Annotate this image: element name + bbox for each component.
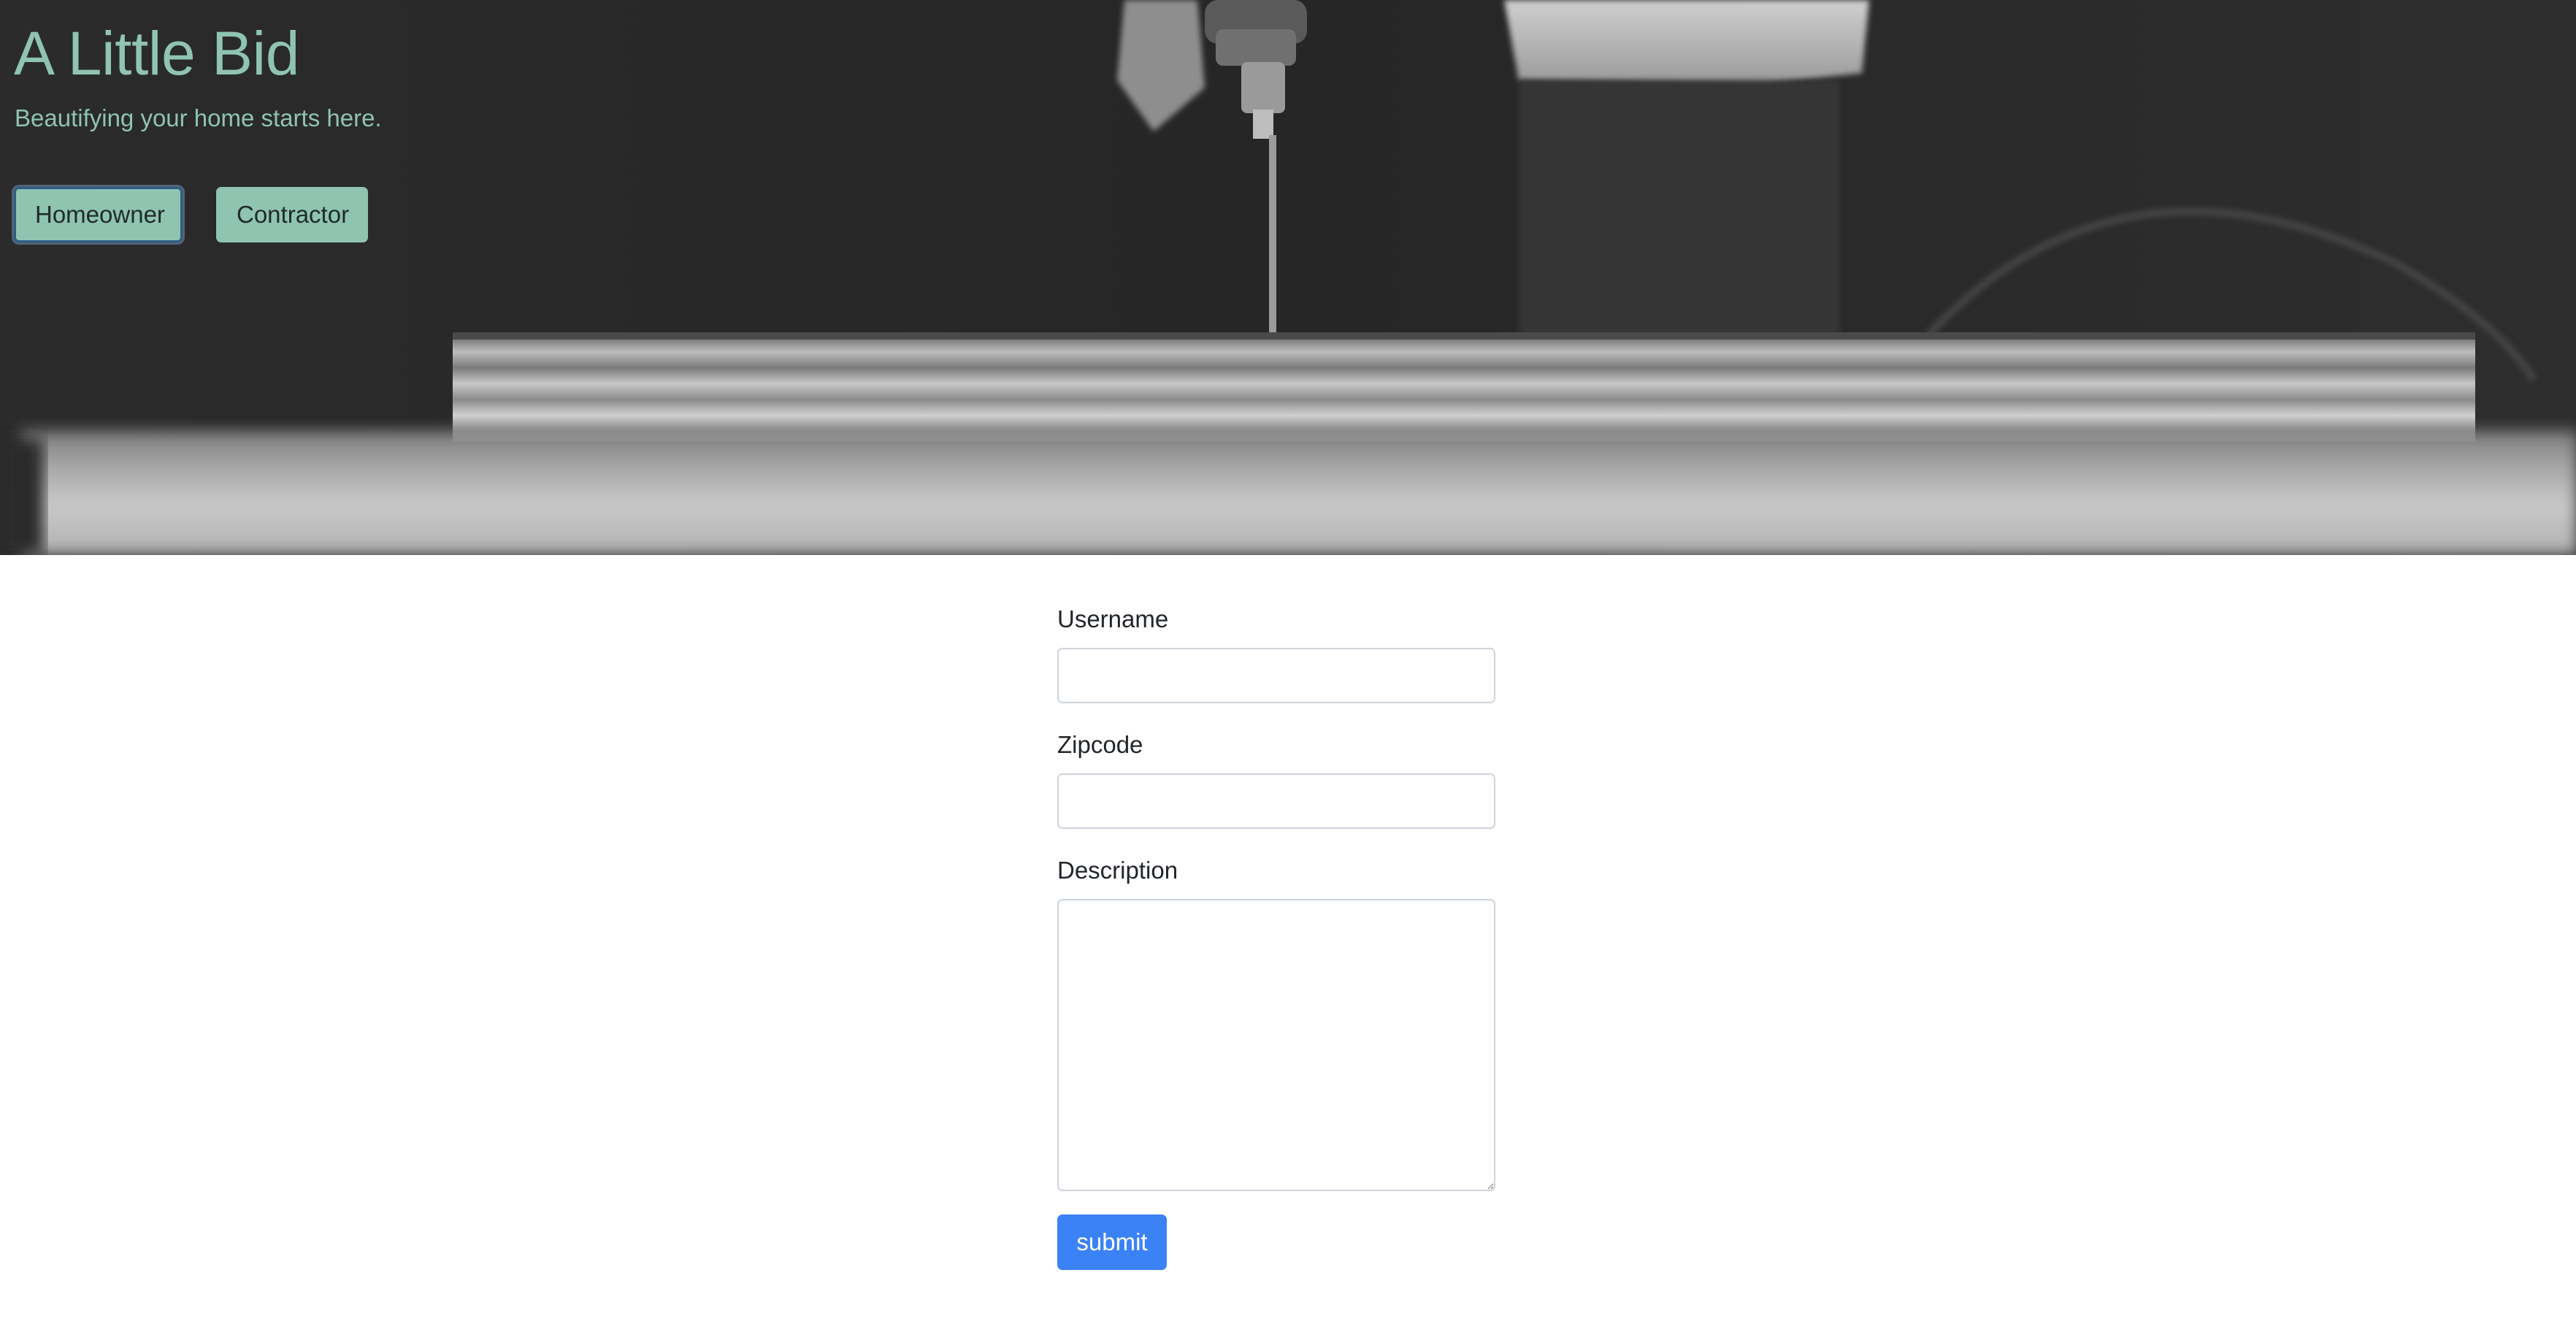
username-input[interactable] bbox=[1057, 648, 1495, 703]
brand-tagline: Beautifying your home starts here. bbox=[15, 104, 382, 131]
description-textarea[interactable] bbox=[1057, 899, 1495, 1191]
description-label: Description bbox=[1057, 857, 1178, 884]
hero-banner: A Little Bid Beautifying your home start… bbox=[0, 0, 2576, 555]
zipcode-input[interactable] bbox=[1057, 773, 1495, 829]
contractor-button[interactable]: Contractor bbox=[216, 187, 368, 242]
username-label: Username bbox=[1057, 605, 1169, 632]
hero-background-image bbox=[0, 0, 2576, 555]
zipcode-label: Zipcode bbox=[1057, 731, 1143, 758]
brand-title: A Little Bid bbox=[14, 19, 299, 88]
submit-button[interactable]: submit bbox=[1057, 1214, 1167, 1270]
homeowner-button[interactable]: Homeowner bbox=[14, 187, 183, 242]
